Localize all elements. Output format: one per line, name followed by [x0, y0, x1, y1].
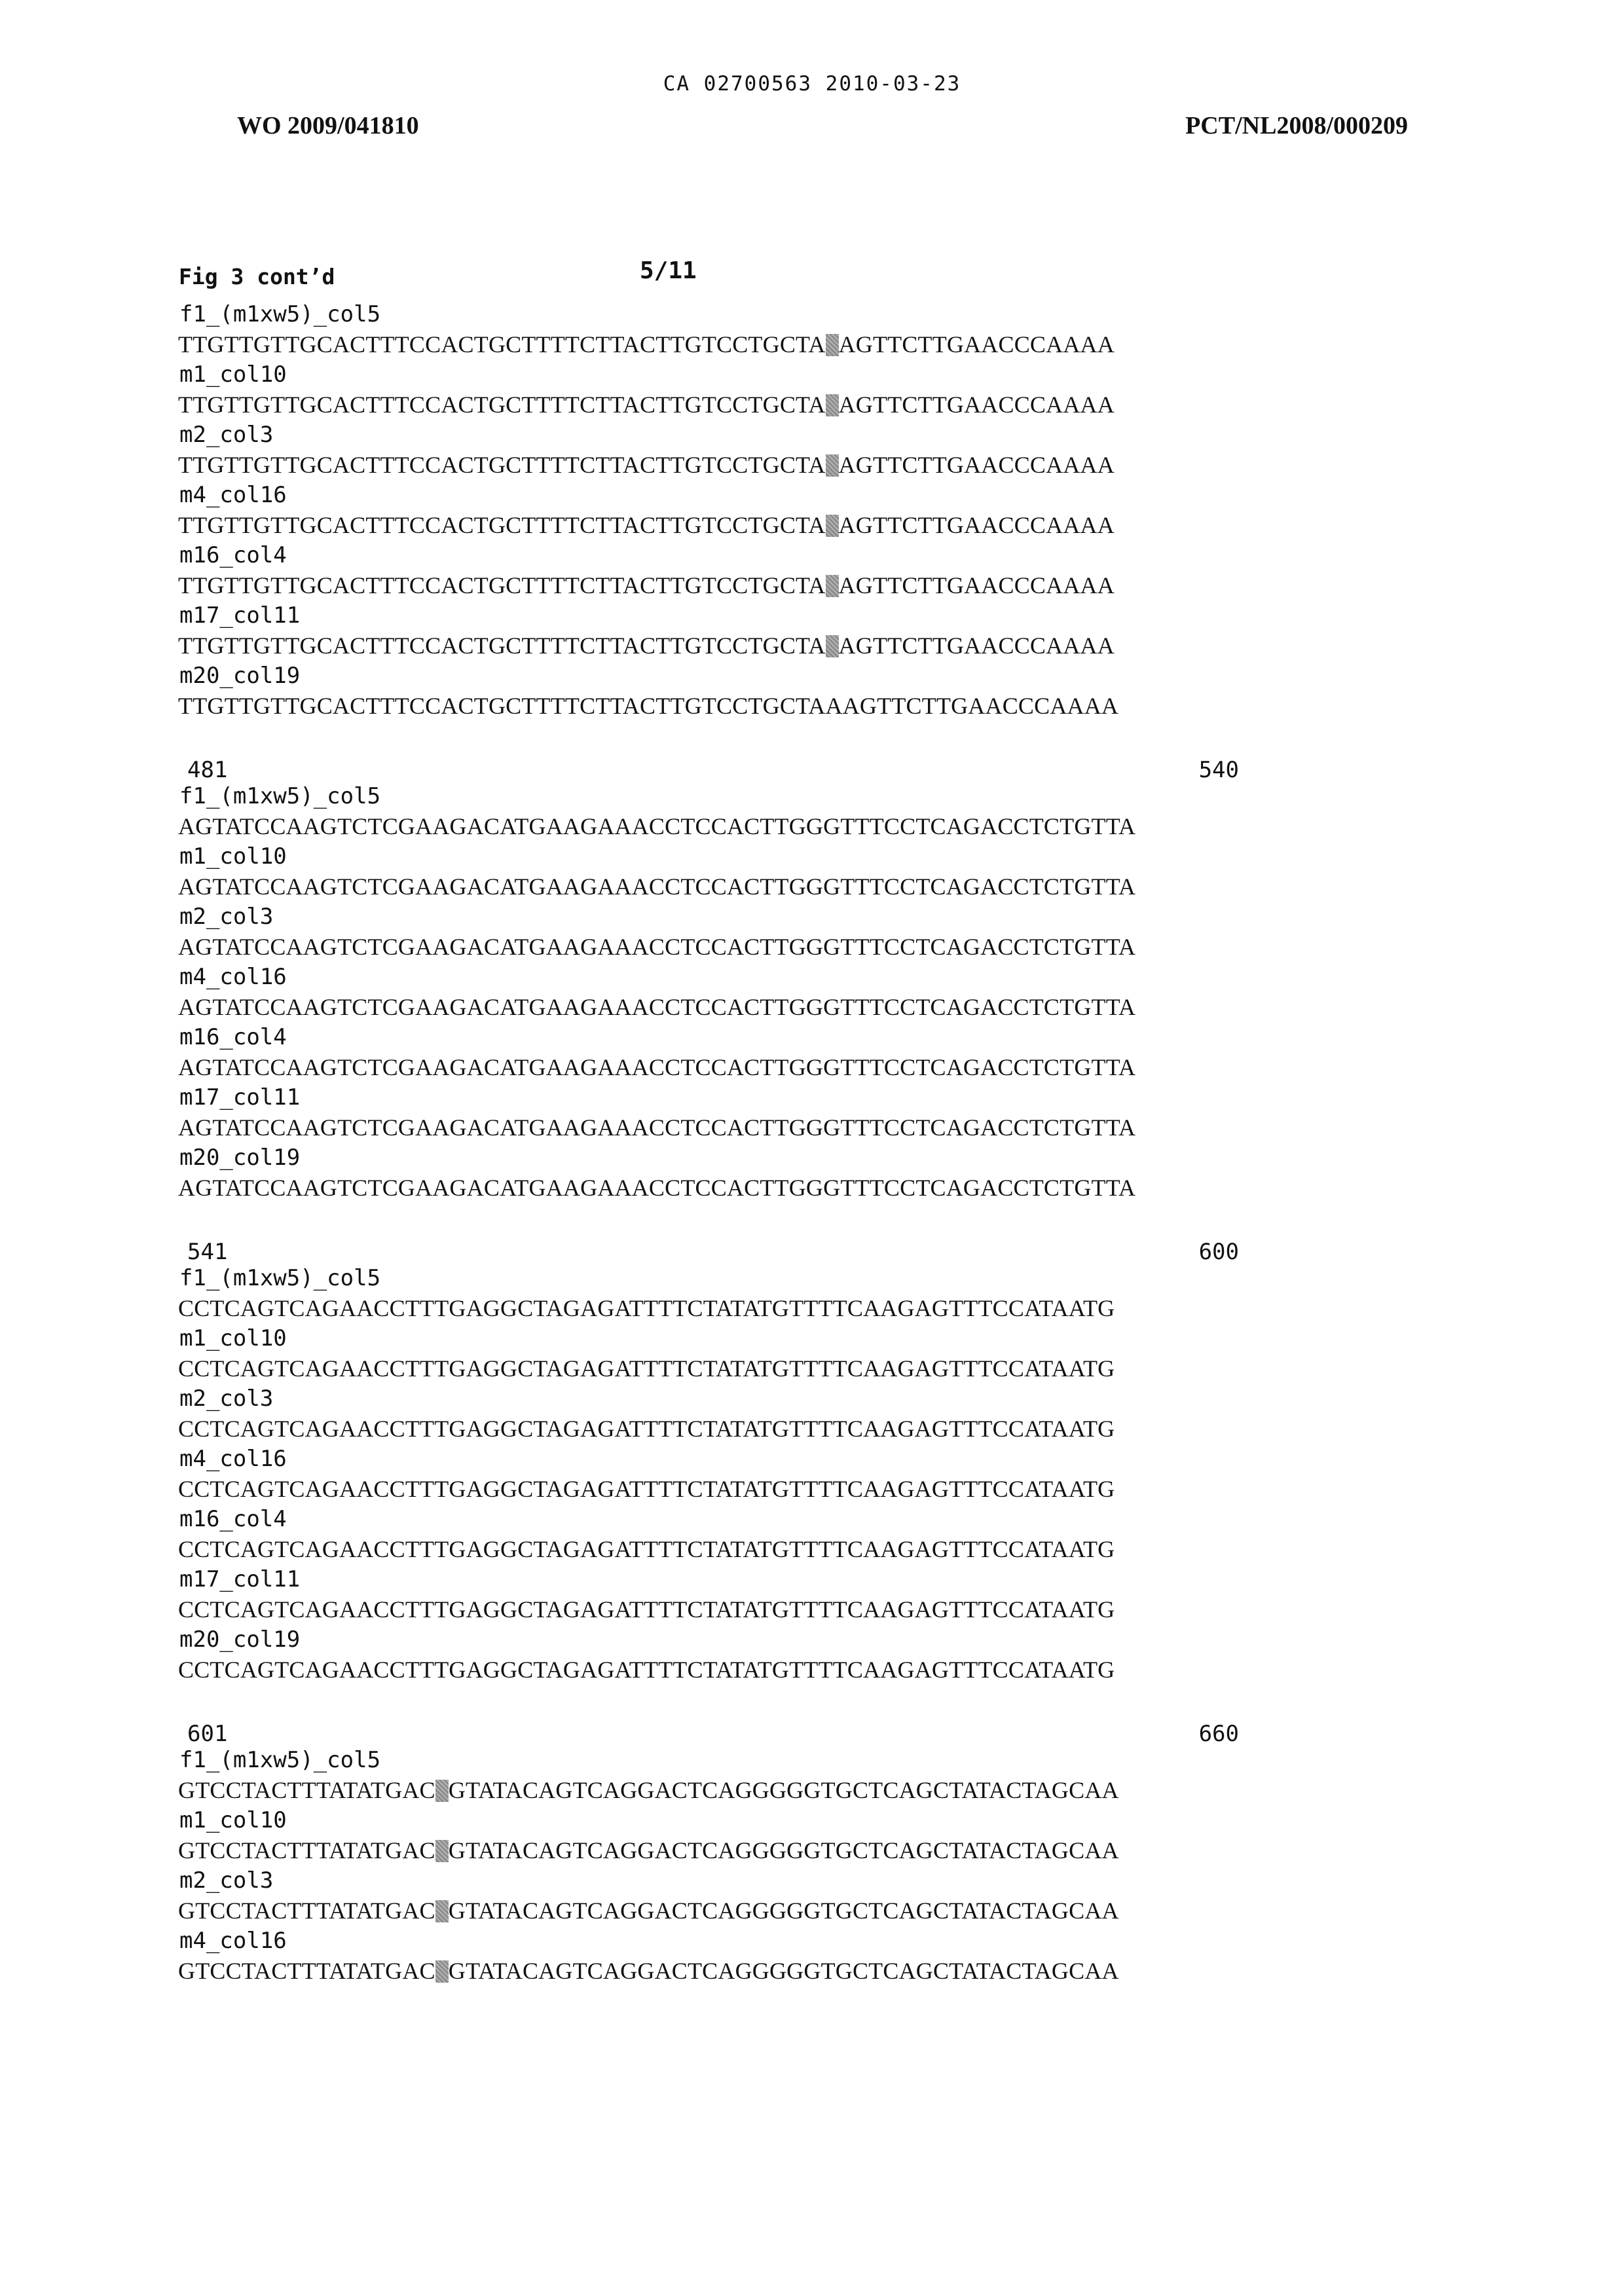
sequence-row: TTGTTGTTGCACTTTCCACTGCTTTTCTTACTTGTCCTGC… — [178, 630, 1239, 661]
sequence-label: m4_col16 — [178, 481, 1239, 509]
variant-highlight — [826, 394, 839, 416]
sequence-row: AGTATCCAAGTCTCGAAGACATGAAGAAACCTCCACTTGG… — [178, 991, 1239, 1023]
sheet-number: 5/11 — [640, 257, 697, 284]
variant-highlight — [826, 575, 839, 597]
sequence-label: m2_col3 — [178, 902, 1239, 931]
sequence-row: AGTATCCAAGTCTCGAAGACATGAAGAAACCTCCACTTGG… — [178, 1112, 1239, 1143]
sequence-row: TTGTTGTTGCACTTTCCACTGCTTTTCTTACTTGTCCTGC… — [178, 449, 1239, 481]
pct-application-number: PCT/NL2008/000209 — [1185, 111, 1408, 140]
end-position: 600 — [1199, 1239, 1239, 1265]
sequence-label: m17_col11 — [178, 1083, 1239, 1112]
sequence-label: m4_col16 — [178, 963, 1239, 991]
sequence-label: m1_col10 — [178, 1806, 1239, 1835]
sequence-label: m20_col19 — [178, 1625, 1239, 1654]
start-position: 601 — [187, 1721, 227, 1747]
sequence-row: AGTATCCAAGTCTCGAAGACATGAAGAAACCTCCACTTGG… — [178, 931, 1239, 963]
sequence-label: f1_(m1xw5)_col5 — [178, 1746, 1239, 1774]
alignment-block-481-540: 481 540 f1_(m1xw5)_col5 AGTATCCAAGTCTCGA… — [178, 752, 1239, 1203]
sequence-row: CCTCAGTCAGAACCTTTGAGGCTAGAGATTTTCTATATGT… — [178, 1594, 1239, 1625]
sequence-label: m4_col16 — [178, 1444, 1239, 1473]
sequence-row: CCTCAGTCAGAACCTTTGAGGCTAGAGATTTTCTATATGT… — [178, 1654, 1239, 1685]
sequence-label: f1_(m1xw5)_col5 — [178, 782, 1239, 811]
sequence-label: m1_col10 — [178, 360, 1239, 389]
position-ruler: 601 660 — [178, 1716, 1239, 1746]
sequence-row: GTCCTACTTTATATGACGTATACAGTCAGGACTCAGGGGG… — [178, 1955, 1239, 1987]
sequence-label: f1_(m1xw5)_col5 — [178, 300, 1239, 329]
sequence-label: m16_col4 — [178, 541, 1239, 570]
sequence-row: AGTATCCAAGTCTCGAAGACATGAAGAAACCTCCACTTGG… — [178, 1172, 1239, 1203]
sequence-row: CCTCAGTCAGAACCTTTGAGGCTAGAGATTTTCTATATGT… — [178, 1473, 1239, 1505]
variant-highlight — [826, 635, 839, 657]
sequence-row: TTGTTGTTGCACTTTCCACTGCTTTTCTTACTTGTCCTGC… — [178, 509, 1239, 541]
sequence-label: m20_col19 — [178, 1143, 1239, 1172]
sequence-row: AGTATCCAAGTCTCGAAGACATGAAGAAACCTCCACTTGG… — [178, 811, 1239, 842]
sequence-label: m17_col11 — [178, 601, 1239, 630]
variant-highlight — [435, 1840, 449, 1862]
variant-highlight — [826, 454, 839, 477]
start-position: 481 — [187, 757, 227, 783]
sequence-label: m2_col3 — [178, 1384, 1239, 1413]
sequence-row: TTGTTGTTGCACTTTCCACTGCTTTTCTTACTTGTCCTGC… — [178, 570, 1239, 601]
alignment-block-601-660: 601 660 f1_(m1xw5)_col5 GTCCTACTTTATATGA… — [178, 1716, 1239, 1987]
position-ruler: 541 600 — [178, 1234, 1239, 1264]
variant-highlight — [826, 334, 839, 356]
sequence-row: AGTATCCAAGTCTCGAAGACATGAAGAAACCTCCACTTGG… — [178, 1052, 1239, 1083]
document-id-header: CA 02700563 2010-03-23 — [0, 72, 1624, 96]
sequence-label: m2_col3 — [178, 420, 1239, 449]
sequence-label: m20_col19 — [178, 661, 1239, 690]
sequence-label: m1_col10 — [178, 842, 1239, 871]
sequence-label: m1_col10 — [178, 1324, 1239, 1353]
alignment-block-541-600: 541 600 f1_(m1xw5)_col5 CCTCAGTCAGAACCTT… — [178, 1234, 1239, 1685]
end-position: 660 — [1199, 1721, 1239, 1747]
sequence-row: GTCCTACTTTATATGACGTATACAGTCAGGACTCAGGGGG… — [178, 1895, 1239, 1926]
position-ruler: 481 540 — [178, 752, 1239, 782]
variant-highlight — [435, 1960, 449, 1983]
sequence-row: CCTCAGTCAGAACCTTTGAGGCTAGAGATTTTCTATATGT… — [178, 1413, 1239, 1444]
sequence-label: m2_col3 — [178, 1866, 1239, 1895]
end-position: 540 — [1199, 757, 1239, 783]
sequence-row: GTCCTACTTTATATGACGTATACAGTCAGGACTCAGGGGG… — [178, 1774, 1239, 1806]
sequence-label: f1_(m1xw5)_col5 — [178, 1264, 1239, 1293]
variant-highlight — [826, 515, 839, 537]
sequence-row: AGTATCCAAGTCTCGAAGACATGAAGAAACCTCCACTTGG… — [178, 871, 1239, 902]
sequence-row: TTGTTGTTGCACTTTCCACTGCTTTTCTTACTTGTCCTGC… — [178, 329, 1239, 360]
sequence-row: TTGTTGTTGCACTTTCCACTGCTTTTCTTACTTGTCCTGC… — [178, 389, 1239, 420]
sequence-row: TTGTTGTTGCACTTTCCACTGCTTTTCTTACTTGTCCTGC… — [178, 690, 1239, 722]
sequence-row: CCTCAGTCAGAACCTTTGAGGCTAGAGATTTTCTATATGT… — [178, 1293, 1239, 1324]
sequence-row: CCTCAGTCAGAACCTTTGAGGCTAGAGATTTTCTATATGT… — [178, 1533, 1239, 1565]
sequence-row: CCTCAGTCAGAACCTTTGAGGCTAGAGATTTTCTATATGT… — [178, 1353, 1239, 1384]
figure-title: Fig 3 cont’d — [179, 264, 335, 289]
start-position: 541 — [187, 1239, 227, 1265]
variant-highlight — [435, 1780, 449, 1802]
alignment-block-1: f1_(m1xw5)_col5 TTGTTGTTGCACTTTCCACTGCTT… — [178, 300, 1239, 722]
sequence-label: m16_col4 — [178, 1505, 1239, 1533]
wo-publication-number: WO 2009/041810 — [237, 111, 419, 140]
sequence-label: m4_col16 — [178, 1926, 1239, 1955]
sequence-label: m17_col11 — [178, 1565, 1239, 1594]
sequence-label: m16_col4 — [178, 1023, 1239, 1052]
variant-highlight — [435, 1900, 449, 1922]
sequence-row: GTCCTACTTTATATGACGTATACAGTCAGGACTCAGGGGG… — [178, 1835, 1239, 1866]
